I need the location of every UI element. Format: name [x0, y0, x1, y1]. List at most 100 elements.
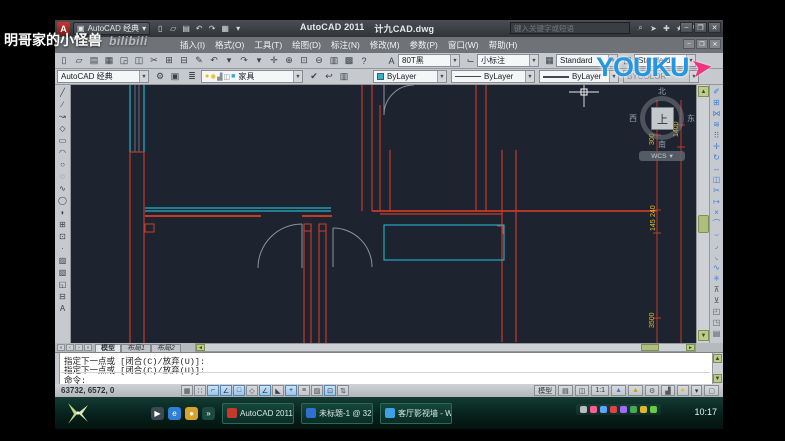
viewcube-top-face[interactable]: 上: [651, 107, 674, 130]
undo-icon[interactable]: ↶: [193, 23, 205, 35]
status-menu-icon[interactable]: ▾: [690, 385, 703, 396]
cycling-toggle[interactable]: ⇅: [337, 385, 349, 396]
workspace-settings-icon[interactable]: ⚙: [153, 70, 167, 83]
line-icon[interactable]: ╱: [56, 86, 69, 98]
undo-dropdown-icon[interactable]: ▾: [222, 54, 236, 67]
trim-icon[interactable]: ✂: [710, 185, 723, 196]
annotation-front-icon[interactable]: ▤: [710, 328, 723, 339]
command-window-grip[interactable]: [55, 353, 60, 385]
scroll-right-button[interactable]: ►: [686, 344, 695, 351]
pan-icon[interactable]: ✛: [267, 54, 281, 67]
mirror-icon[interactable]: ⋈: [710, 108, 723, 119]
layer-on-icon[interactable]: ●: [205, 73, 209, 81]
layout-preview-icon[interactable]: ◫: [574, 385, 590, 396]
match-properties-icon[interactable]: ✎: [192, 54, 206, 67]
osnap3d-toggle[interactable]: ◇: [246, 385, 258, 396]
drawing-canvas[interactable]: 300 1400 240 145 3500 上 北 南 西 东 WCS ▾: [71, 85, 696, 343]
toolbar-lock-icon[interactable]: ▟: [661, 385, 675, 396]
break-point-icon[interactable]: ×: [710, 207, 723, 218]
tab-layout2[interactable]: 布局2: [150, 343, 181, 352]
polygon-icon[interactable]: ◇: [56, 122, 69, 134]
extend-icon[interactable]: ↦: [710, 196, 723, 207]
search-icon[interactable]: ⌕: [635, 22, 646, 34]
task-picture-viewer[interactable]: 客厅影视墙 - Wind...: [380, 402, 452, 424]
quickprop-toggle[interactable]: ⊡: [324, 385, 336, 396]
ducs-toggle[interactable]: ◣: [272, 385, 284, 396]
properties-icon[interactable]: ▥: [327, 54, 341, 67]
copy-icon[interactable]: ⊞: [162, 54, 176, 67]
annotation-scale-control[interactable]: 1:1: [591, 385, 610, 396]
model-space-button[interactable]: 模型: [534, 385, 557, 396]
layer-color-icon[interactable]: ■: [231, 73, 235, 81]
menu-item-0[interactable]: 插入(I): [175, 38, 210, 52]
rotate-icon[interactable]: ↻: [710, 152, 723, 163]
tab-nav-0[interactable]: «: [57, 344, 65, 351]
viewcube-east-label[interactable]: 东: [687, 113, 695, 124]
plot-icon[interactable]: ▦: [219, 23, 231, 35]
tray-icon-6[interactable]: [640, 406, 647, 413]
tray-icon-3[interactable]: [610, 406, 617, 413]
browser-icon[interactable]: ●: [185, 406, 198, 420]
new-icon[interactable]: ▯: [154, 23, 166, 35]
tray-icon-1[interactable]: [590, 406, 597, 413]
otrack-toggle[interactable]: ∠: [259, 385, 271, 396]
offset-icon[interactable]: ≋: [710, 119, 723, 130]
redo-icon[interactable]: ↷: [237, 54, 251, 67]
plot-preview-icon[interactable]: ◲: [117, 54, 131, 67]
command-scrollbar[interactable]: ▲ ▼: [712, 353, 723, 385]
zoom-window-icon[interactable]: ⊡: [297, 54, 311, 67]
draworder-below-icon[interactable]: ◳: [710, 317, 723, 328]
workspace-save-icon[interactable]: ▣: [168, 70, 182, 83]
menu-item-2[interactable]: 工具(T): [249, 38, 287, 52]
osnap-toggle[interactable]: □: [233, 385, 245, 396]
command-window[interactable]: 指定下一点或 [闭合(C)/放弃(U)]: 指定下一点或 [闭合(C)/放弃(U)…: [55, 352, 723, 386]
vertical-scroll-thumb[interactable]: [698, 215, 709, 233]
plot-icon[interactable]: ▦: [102, 54, 116, 67]
horizontal-scrollbar[interactable]: ◄ ►: [195, 343, 696, 352]
insert-block-icon[interactable]: ⊞: [56, 218, 69, 230]
quicklaunch-expand-icon[interactable]: »: [202, 406, 215, 420]
autoscale-icon[interactable]: ▲: [628, 385, 643, 396]
task-autocad[interactable]: AutoCAD 2011 - [...: [222, 402, 294, 424]
tab-nav-1[interactable]: ‹: [66, 344, 74, 351]
viewcube[interactable]: 上 北 南 西 东 WCS ▾: [629, 87, 695, 165]
workspace-select[interactable]: AutoCAD 经典 ▼: [57, 70, 149, 83]
revcloud-icon[interactable]: ◌: [56, 170, 69, 182]
color-select[interactable]: ByLayer ▼: [373, 70, 447, 83]
ellipse-arc-icon[interactable]: ◗: [56, 206, 69, 218]
minimize-button[interactable]: –: [680, 22, 693, 33]
rectangle-icon[interactable]: ▭: [56, 134, 69, 146]
close-button[interactable]: ✕: [708, 22, 721, 33]
break-icon[interactable]: ⌒: [710, 218, 723, 229]
hatch-icon[interactable]: ▨: [56, 254, 69, 266]
restore-button[interactable]: ❐: [694, 22, 707, 33]
menu-item-1[interactable]: 格式(O): [210, 38, 249, 52]
tray-icon-7[interactable]: [650, 406, 657, 413]
designcenter-icon[interactable]: ▩: [342, 54, 356, 67]
menu-item-7[interactable]: 窗口(W): [443, 38, 484, 52]
viewcube-west-label[interactable]: 西: [629, 113, 637, 124]
layer-lock-icon[interactable]: ▟: [217, 73, 222, 81]
layer-select[interactable]: ● ✺ ▟ ◫ ■ 家具 ▼: [201, 70, 303, 83]
layer-previous-icon[interactable]: ↩: [322, 70, 336, 83]
table-icon[interactable]: ⊟: [56, 290, 69, 302]
layout-icon[interactable]: ▤: [558, 385, 573, 396]
point-icon[interactable]: ·: [56, 242, 69, 254]
polar-toggle[interactable]: ∠: [220, 385, 232, 396]
tab-nav-2[interactable]: ›: [75, 344, 83, 351]
gradient-icon[interactable]: ▧: [56, 266, 69, 278]
region-icon[interactable]: ◱: [56, 278, 69, 290]
scroll-up-button[interactable]: ▲: [698, 86, 709, 97]
new-icon[interactable]: ▯: [57, 54, 71, 67]
fillet-icon[interactable]: ◟: [710, 251, 723, 262]
menu-item-5[interactable]: 修改(M): [365, 38, 405, 52]
open-icon[interactable]: ▱: [72, 54, 86, 67]
task-photoshop[interactable]: 未标题-1 @ 32.5...: [301, 402, 373, 424]
ortho-toggle[interactable]: ⌐: [207, 385, 219, 396]
command-scroll-up-button[interactable]: ▲: [713, 354, 722, 363]
workspace-switch-icon[interactable]: ⚙: [644, 385, 660, 396]
save-icon[interactable]: ▤: [87, 54, 101, 67]
viewcube-south-label[interactable]: 南: [658, 139, 666, 150]
doc-minimize-button[interactable]: –: [683, 39, 695, 49]
blend-icon[interactable]: ∿: [710, 262, 723, 273]
